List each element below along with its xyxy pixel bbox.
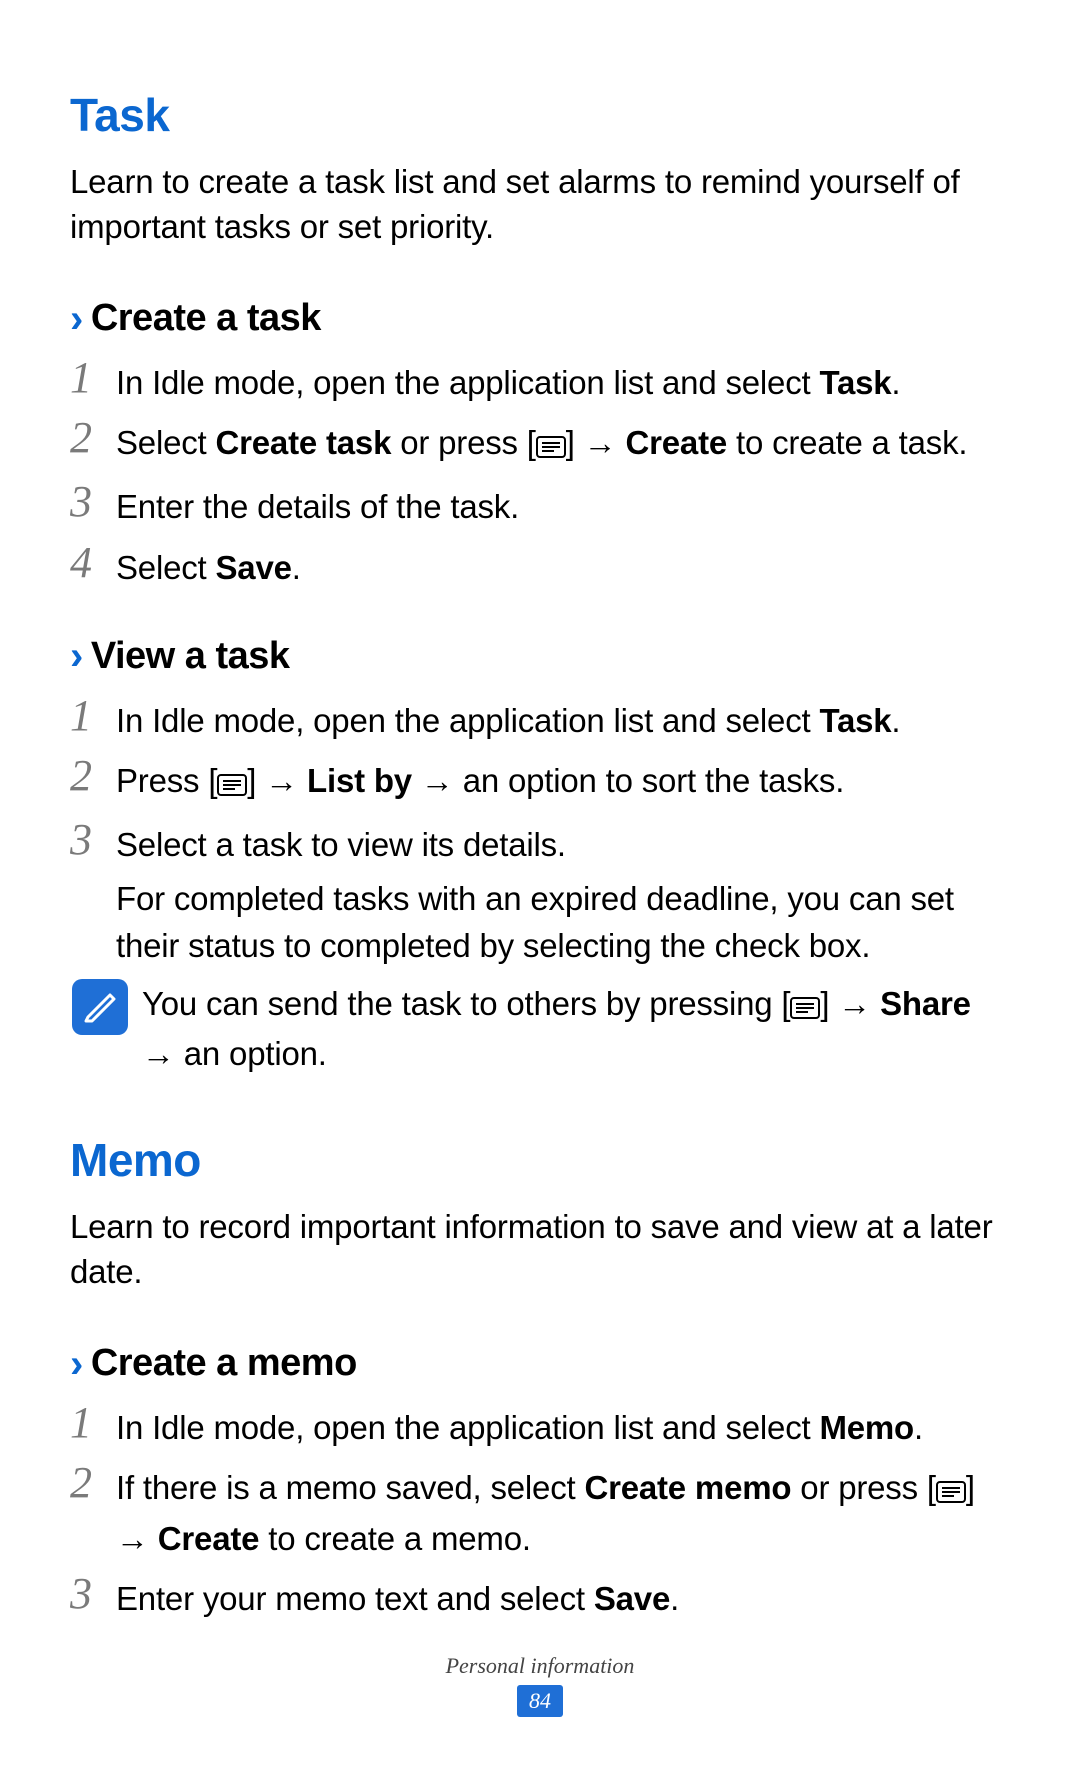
menu-icon (936, 1469, 966, 1515)
intro-task: Learn to create a task list and set alar… (70, 160, 1010, 249)
step-item: 1 In Idle mode, open the application lis… (70, 1399, 1010, 1451)
steps-create-memo: 1 In Idle mode, open the application lis… (70, 1399, 1010, 1622)
bold-text: Share (880, 985, 971, 1022)
page-footer: Personal information 84 (0, 1653, 1080, 1717)
step-number: 2 (70, 414, 116, 462)
text: → an option. (142, 1035, 327, 1072)
bold-text: Save (216, 549, 292, 586)
heading-task: Task (70, 88, 1010, 142)
step-number: 1 (70, 692, 116, 740)
step-item: 1 In Idle mode, open the application lis… (70, 354, 1010, 406)
section-memo: Memo Learn to record important informati… (70, 1133, 1010, 1622)
section-task: Task Learn to create a task list and set… (70, 88, 1010, 1077)
bold-text: Create memo (584, 1469, 791, 1506)
subheading-view-task: › View a task (70, 635, 1010, 678)
step-text: In Idle mode, open the application list … (116, 1399, 923, 1451)
chevron-right-icon: › (70, 299, 83, 339)
text: . (914, 1409, 923, 1446)
text: In Idle mode, open the application list … (116, 364, 819, 401)
subheading-label: Create a memo (91, 1342, 357, 1385)
step-item: 1 In Idle mode, open the application lis… (70, 692, 1010, 744)
steps-create-task: 1 In Idle mode, open the application lis… (70, 354, 1010, 591)
text: In Idle mode, open the application list … (116, 702, 819, 739)
step-number: 1 (70, 1399, 116, 1447)
step-number: 3 (70, 1570, 116, 1618)
step-text: Enter the details of the task. (116, 478, 519, 530)
text: or press [ (791, 1469, 936, 1506)
step-number: 1 (70, 354, 116, 402)
step-number: 4 (70, 539, 116, 587)
step-item: 3 Enter your memo text and select Save. (70, 1570, 1010, 1622)
step-item: 3 Select a task to view its details. (70, 816, 1010, 868)
step-text: In Idle mode, open the application list … (116, 692, 900, 744)
subheading-label: View a task (91, 635, 290, 678)
chevron-right-icon: › (70, 636, 83, 676)
text: → an option to sort the tasks. (412, 762, 844, 799)
step-number: 3 (70, 816, 116, 864)
text: to create a task. (727, 424, 967, 461)
step-item: 4 Select Save. (70, 539, 1010, 591)
step-text: Select Create task or press [] → Create … (116, 414, 967, 470)
menu-icon (217, 762, 247, 808)
text: . (891, 702, 900, 739)
step-extra-text: For completed tasks with an expired dead… (116, 876, 1010, 968)
step-item: 2 Select Create task or press [ ] → Creat… (70, 414, 1010, 470)
text: Select (116, 549, 216, 586)
bold-text: List by (307, 762, 412, 799)
bold-text: Task (819, 702, 891, 739)
text: or press [ (391, 424, 536, 461)
steps-view-task: 1 In Idle mode, open the application lis… (70, 692, 1010, 969)
step-number: 3 (70, 478, 116, 526)
bold-text: Create (158, 1520, 260, 1557)
text: ] → (247, 762, 307, 799)
text: Enter your memo text and select (116, 1580, 594, 1617)
note-box: You can send the task to others by press… (70, 979, 1010, 1077)
step-text: Enter your memo text and select Save. (116, 1570, 679, 1622)
page-number: 84 (517, 1685, 563, 1717)
bold-text: Save (594, 1580, 670, 1617)
footer-section-label: Personal information (0, 1653, 1080, 1679)
subheading-create-task: › Create a task (70, 297, 1010, 340)
note-icon (72, 979, 128, 1035)
step-text: Press [ ] → List by → an option to sort t… (116, 752, 844, 808)
text: ] → (820, 985, 880, 1022)
step-item: 2 If there is a memo saved, select Creat… (70, 1459, 1010, 1561)
menu-icon (536, 424, 566, 470)
subheading-create-memo: › Create a memo (70, 1342, 1010, 1385)
text: Select (116, 424, 216, 461)
text: . (292, 549, 301, 586)
bold-text: Create (625, 424, 727, 461)
step-text: In Idle mode, open the application list … (116, 354, 900, 406)
text: Press [ (116, 762, 217, 799)
bold-text: Memo (819, 1409, 914, 1446)
step-text: If there is a memo saved, select Create … (116, 1459, 1010, 1561)
step-item: 2 Press [ ] → List by → an option to sort… (70, 752, 1010, 808)
chevron-right-icon: › (70, 1344, 83, 1384)
bold-text: Create task (216, 424, 392, 461)
subheading-label: Create a task (91, 297, 321, 340)
text: In Idle mode, open the application list … (116, 1409, 819, 1446)
text: If there is a memo saved, select (116, 1469, 584, 1506)
step-item: 3 Enter the details of the task. (70, 478, 1010, 530)
step-number: 2 (70, 752, 116, 800)
text: . (670, 1580, 679, 1617)
intro-memo: Learn to record important information to… (70, 1205, 1010, 1294)
text: ] → (566, 424, 626, 461)
menu-icon (790, 985, 820, 1031)
step-text: Select a task to view its details. (116, 816, 566, 868)
text: . (891, 364, 900, 401)
step-number: 2 (70, 1459, 116, 1507)
bold-text: Task (819, 364, 891, 401)
step-text: Select Save. (116, 539, 301, 591)
text: You can send the task to others by press… (142, 985, 790, 1022)
text: to create a memo. (259, 1520, 531, 1557)
note-text: You can send the task to others by press… (142, 979, 1010, 1077)
heading-memo: Memo (70, 1133, 1010, 1187)
